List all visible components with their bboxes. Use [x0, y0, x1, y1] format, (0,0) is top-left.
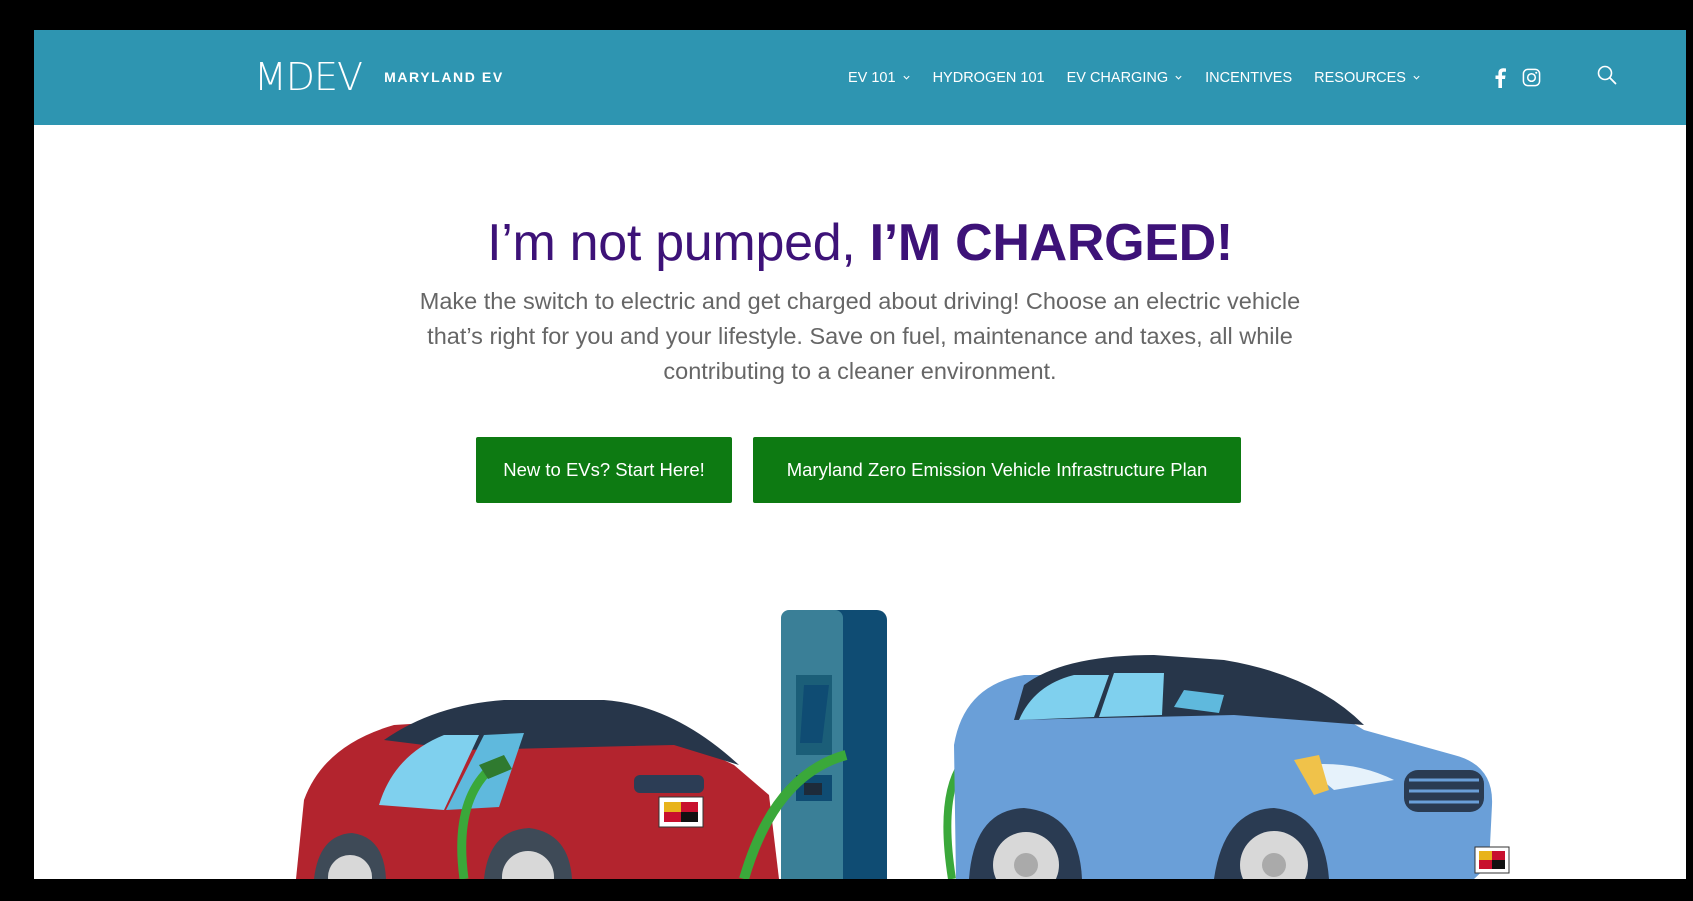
nav-hydrogen-101[interactable]: HYDROGEN 101 — [933, 70, 1045, 86]
charging-station — [781, 610, 887, 879]
start-here-button[interactable]: New to EVs? Start Here! — [476, 437, 732, 503]
nav-resources[interactable]: RESOURCES — [1314, 70, 1421, 86]
nav-label: EV 101 — [848, 69, 896, 86]
chevron-down-icon — [1413, 75, 1420, 80]
hero-title-light: I’m not pumped, — [487, 214, 870, 272]
site-header: MDEV MARYLAND EV EV 101 HYDROGEN 101 EV … — [34, 30, 1686, 125]
ev-charging-station-illustration — [296, 610, 1510, 879]
browser-viewport: MDEV MARYLAND EV EV 101 HYDROGEN 101 EV … — [34, 30, 1686, 879]
chevron-down-icon — [1175, 75, 1182, 80]
hero-subtitle: Make the switch to electric and get char… — [419, 288, 1301, 384]
zev-infrastructure-plan-button[interactable]: Maryland Zero Emission Vehicle Infrastru… — [753, 437, 1241, 503]
nav-ev-charging[interactable]: EV CHARGING — [1067, 70, 1184, 86]
hero-title: I’m not pumped, I’M CHARGED! — [34, 213, 1686, 273]
nav-label: EV CHARGING — [1066, 69, 1169, 86]
nav-label: INCENTIVES — [1205, 69, 1293, 86]
search-icon[interactable] — [1596, 64, 1618, 91]
site-logo[interactable]: MDEV MARYLAND EV — [254, 58, 504, 96]
nav-ev-101[interactable]: EV 101 — [848, 70, 911, 86]
nav-label: RESOURCES — [1314, 69, 1406, 86]
logo-mark: MDEV — [254, 55, 363, 99]
main-nav: EV 101 HYDROGEN 101 EV CHARGING INCENTIV… — [848, 30, 1443, 125]
red-car — [296, 700, 779, 879]
hero-title-bold: I’M CHARGED! — [869, 214, 1234, 272]
chevron-down-icon — [902, 75, 910, 80]
instagram-icon[interactable] — [1522, 68, 1541, 87]
facebook-icon[interactable] — [1494, 67, 1506, 88]
nav-label: HYDROGEN 101 — [932, 69, 1045, 86]
blue-car — [954, 655, 1510, 879]
nav-incentives[interactable]: INCENTIVES — [1205, 70, 1292, 86]
social-links — [1494, 30, 1557, 125]
logo-text: MARYLAND EV — [384, 69, 504, 85]
